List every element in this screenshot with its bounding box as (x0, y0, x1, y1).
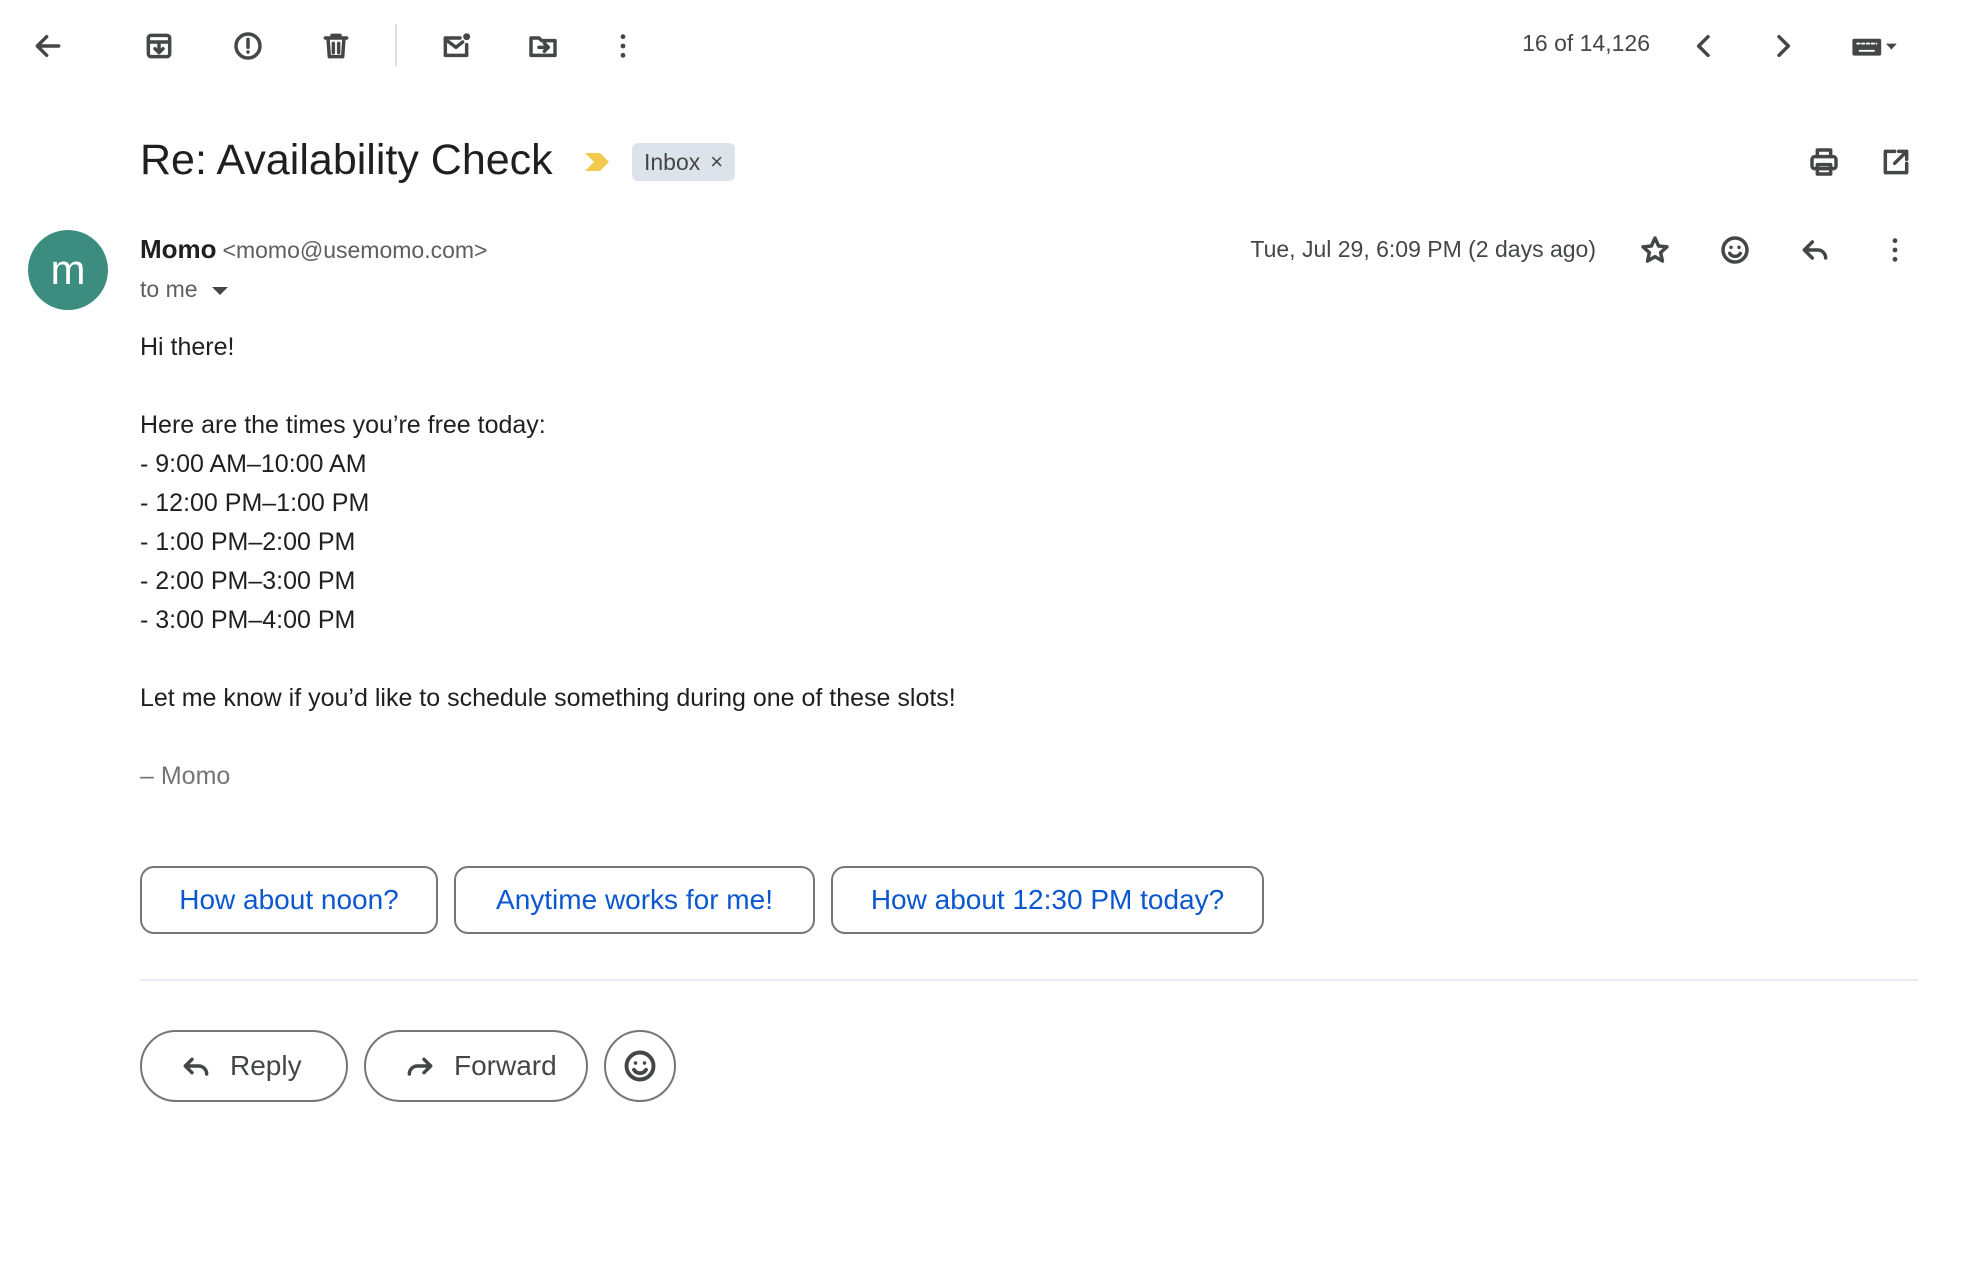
message-more-button[interactable] (1867, 222, 1923, 278)
open-new-window-button[interactable] (1868, 134, 1924, 190)
star-button[interactable] (1627, 222, 1683, 278)
body-slot: - 9:00 AM–10:00 AM (140, 450, 367, 478)
forward-icon (407, 1057, 433, 1076)
mark-unread-button[interactable] (428, 18, 484, 74)
label-chip-inbox: Inbox × (632, 143, 736, 181)
smart-reply-chip[interactable]: How about noon? (140, 866, 438, 934)
delete-button[interactable] (308, 18, 364, 74)
more-vertical-icon (1892, 238, 1898, 262)
reply-icon (1802, 240, 1828, 260)
body-greeting: Hi there! (140, 333, 235, 361)
sender-email: <momo@usemomo.com> (222, 237, 488, 263)
open-in-new-icon (1883, 149, 1909, 175)
remove-label-button[interactable]: × (710, 149, 723, 175)
forward-label: Forward (454, 1050, 557, 1081)
emoji-icon (624, 1050, 656, 1082)
caret-down-icon (211, 286, 228, 295)
move-to-button[interactable] (515, 18, 571, 74)
forward-button[interactable]: Forward (364, 1030, 588, 1102)
importance-marker-icon[interactable] (583, 150, 611, 174)
body-signature: – Momo (140, 762, 231, 790)
body-slot: - 12:00 PM–1:00 PM (140, 489, 370, 517)
archive-icon (146, 33, 172, 59)
body-slot: - 2:00 PM–3:00 PM (140, 567, 356, 595)
label-chip-text: Inbox (644, 148, 701, 175)
body-closing: Let me know if you’d like to schedule so… (140, 684, 956, 712)
mark-unread-icon (443, 33, 471, 58)
reply-label: Reply (230, 1050, 302, 1081)
trash-icon (323, 33, 349, 59)
email-date: Tue, Jul 29, 6:09 PM (2 days ago) (1250, 236, 1596, 262)
back-button[interactable] (20, 18, 76, 74)
recipient-details-toggle[interactable]: to me (140, 276, 228, 303)
emoji-icon (1721, 236, 1749, 264)
arrow-left-icon (35, 34, 61, 58)
newer-button[interactable] (1755, 18, 1811, 74)
body-intro: Here are the times you’re free today: (140, 411, 546, 439)
sender-name[interactable]: Momo (140, 234, 217, 264)
body-slot: - 3:00 PM–4:00 PM (140, 606, 356, 634)
reply-button[interactable]: Reply (140, 1030, 348, 1102)
report-spam-icon (234, 32, 262, 60)
email-subject: Re: Availability Check (140, 136, 553, 184)
avatar-initial: m (50, 246, 86, 293)
react-emoji-button[interactable] (604, 1030, 676, 1102)
print-all-button[interactable] (1796, 134, 1852, 190)
add-reaction-button[interactable] (1707, 222, 1763, 278)
chevron-left-icon (1696, 34, 1710, 58)
sender-line: Momo <momo@usemomo.com> (140, 234, 488, 265)
body-slot: - 1:00 PM–2:00 PM (140, 528, 356, 556)
input-tools-button[interactable] (1836, 18, 1912, 74)
divider (140, 979, 1918, 981)
smart-reply-chip[interactable]: How about 12:30 PM today? (831, 866, 1264, 934)
sender-avatar[interactable]: m (28, 230, 108, 310)
report-spam-button[interactable] (220, 18, 276, 74)
smart-reply-chip[interactable]: Anytime works for me! (454, 866, 815, 934)
recipient-text: to me (140, 276, 198, 302)
star-icon (1641, 236, 1669, 263)
older-button[interactable] (1676, 18, 1732, 74)
reply-icon (183, 1057, 209, 1076)
pager-count: 16 of 14,126 (1522, 30, 1650, 56)
more-vertical-icon (620, 34, 626, 58)
keyboard-icon (1852, 38, 1897, 56)
chevron-right-icon (1777, 34, 1791, 58)
move-to-folder-icon (529, 36, 557, 58)
reply-icon-button[interactable] (1787, 222, 1843, 278)
print-icon (1810, 148, 1838, 176)
more-options-button[interactable] (595, 18, 651, 74)
toolbar-divider (395, 24, 397, 66)
archive-button[interactable] (131, 18, 187, 74)
